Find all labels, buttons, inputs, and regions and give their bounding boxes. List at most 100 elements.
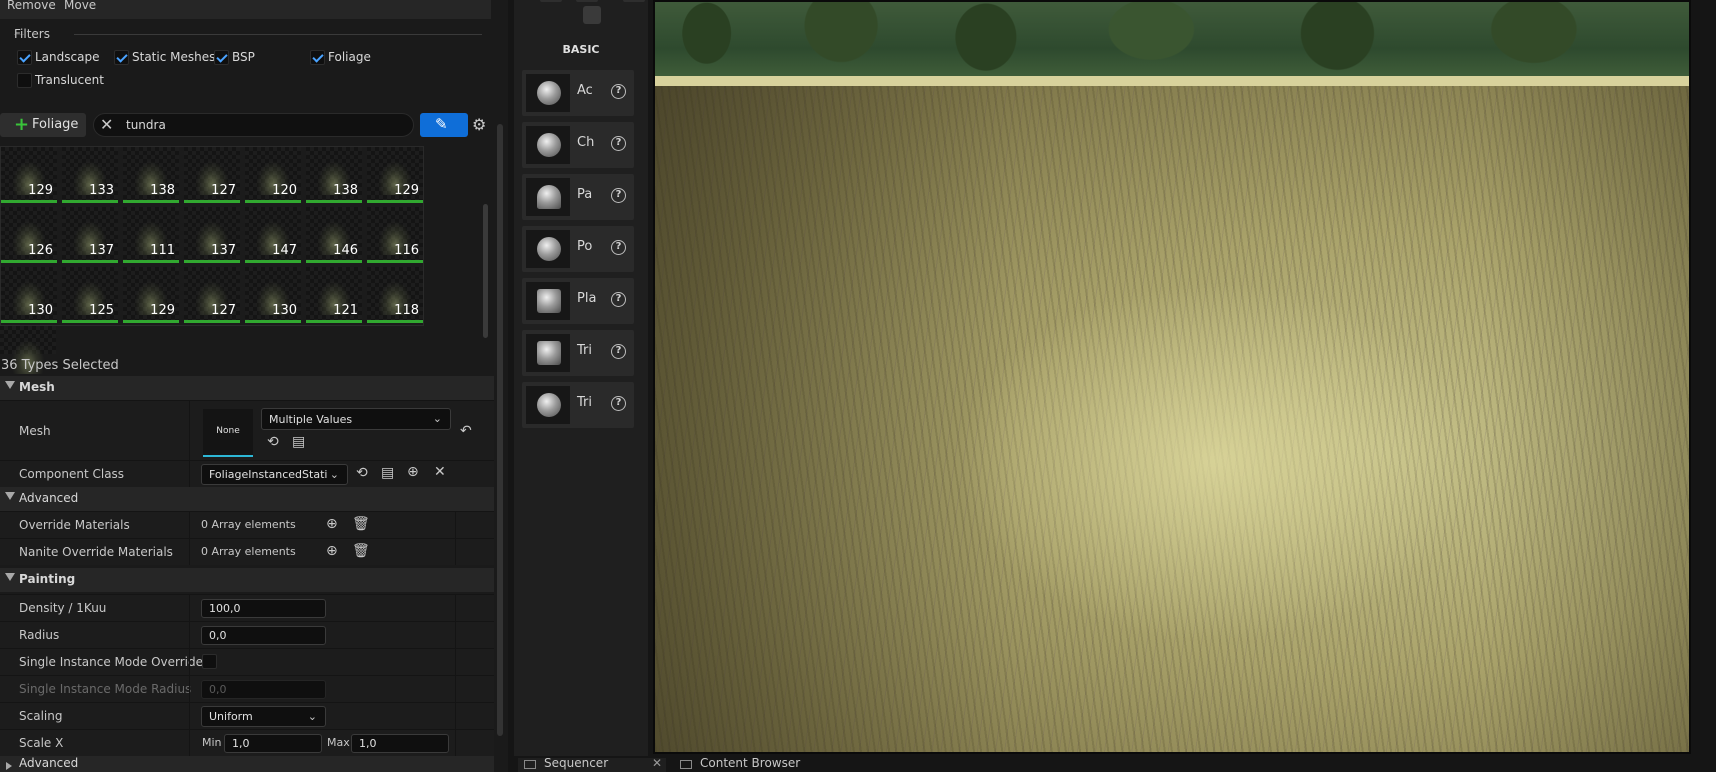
pawn-icon bbox=[526, 178, 570, 216]
foliage-tile[interactable] bbox=[0, 326, 56, 374]
browse-folder-icon[interactable]: ▤ bbox=[292, 434, 305, 450]
place-actor-item[interactable]: Tri? bbox=[522, 382, 634, 428]
foliage-tile[interactable]: 125 bbox=[62, 267, 118, 323]
place-actor-item[interactable]: Po? bbox=[522, 226, 634, 272]
clear-search-icon[interactable]: ✕ bbox=[100, 115, 113, 134]
add-icon[interactable]: ⊕ bbox=[407, 464, 419, 480]
help-icon[interactable]: ? bbox=[611, 292, 626, 307]
single-instance-override-checkbox[interactable] bbox=[202, 654, 217, 669]
tab-sequencer[interactable]: Sequencer ✕ bbox=[518, 756, 666, 772]
reset-icon[interactable]: ↶ bbox=[460, 423, 472, 439]
advanced-section-header-2[interactable]: Advanced bbox=[0, 756, 494, 772]
actor-icon bbox=[526, 74, 570, 112]
add-element-icon[interactable]: ⊕ bbox=[326, 516, 338, 532]
place-actor-item[interactable]: Ch? bbox=[522, 122, 634, 168]
mesh-combo[interactable]: Multiple Values ⌄ bbox=[261, 408, 451, 430]
instance-count: 121 bbox=[333, 303, 358, 318]
radius-field[interactable]: 0,0 bbox=[201, 626, 326, 645]
landscape-checkbox[interactable] bbox=[17, 50, 32, 65]
category-tab[interactable] bbox=[540, 0, 562, 2]
scale-x-max-field[interactable]: 1,0 bbox=[351, 734, 449, 753]
browse-folder-icon[interactable]: ▤ bbox=[381, 465, 394, 481]
foliage-tile[interactable]: 126 bbox=[1, 207, 57, 263]
foliage-tile[interactable]: 127 bbox=[184, 147, 240, 203]
foliage-tile[interactable]: 138 bbox=[123, 147, 179, 203]
move-button[interactable]: Move bbox=[64, 0, 96, 12]
paint-mode-button[interactable]: ✎ bbox=[420, 113, 468, 137]
foliage-tile[interactable]: 127 bbox=[184, 267, 240, 323]
foliage-tile[interactable]: 137 bbox=[184, 207, 240, 263]
foliage-tile[interactable]: 133 bbox=[62, 147, 118, 203]
foliage-type-grid: 129 133 138 127 120 138 129 126 137 111 137 147 146 1… bbox=[0, 146, 424, 326]
section-label: Painting bbox=[19, 572, 76, 586]
category-tab[interactable] bbox=[623, 0, 645, 2]
foliage-tile[interactable]: 129 bbox=[367, 147, 423, 203]
help-icon[interactable]: ? bbox=[611, 188, 626, 203]
density-field[interactable]: 100,0 bbox=[201, 599, 326, 618]
place-actor-item[interactable]: Tri? bbox=[522, 330, 634, 376]
clear-icon[interactable]: ✕ bbox=[434, 464, 446, 480]
add-foliage-button[interactable]: + Foliage bbox=[0, 113, 86, 137]
foliage-filter-label: Foliage bbox=[328, 50, 371, 64]
foliage-tile[interactable]: 121 bbox=[306, 267, 362, 323]
trash-icon[interactable]: 🗑 bbox=[352, 543, 370, 559]
foliage-tile[interactable]: 147 bbox=[245, 207, 301, 263]
level-viewport[interactable] bbox=[653, 0, 1691, 754]
foliage-tile[interactable]: 130 bbox=[1, 267, 57, 323]
scaling-combo[interactable]: Uniform ⌄ bbox=[201, 706, 326, 727]
instance-count: 118 bbox=[394, 303, 419, 318]
foliage-tile[interactable]: 111 bbox=[123, 207, 179, 263]
trash-icon[interactable]: 🗑 bbox=[352, 516, 370, 532]
translucent-checkbox[interactable] bbox=[17, 73, 32, 88]
help-icon[interactable]: ? bbox=[611, 344, 626, 359]
mesh-thumbnail[interactable]: None bbox=[203, 409, 253, 457]
tab-content-browser[interactable]: Content Browser bbox=[674, 756, 834, 772]
scale-x-min-field[interactable]: 1,0 bbox=[224, 734, 322, 753]
help-icon[interactable]: ? bbox=[611, 396, 626, 411]
search-input[interactable] bbox=[126, 117, 396, 133]
override-materials-label: Override Materials bbox=[19, 518, 130, 532]
browse-back-icon[interactable]: ⟲ bbox=[267, 434, 279, 450]
section-label: Advanced bbox=[19, 491, 79, 505]
help-icon[interactable]: ? bbox=[611, 84, 626, 99]
component-class-combo[interactable]: FoliageInstancedStati ⌄ bbox=[201, 464, 348, 485]
foliage-tile[interactable]: 138 bbox=[306, 147, 362, 203]
scale-x-row: Scale X Min 1,0 Max 1,0 bbox=[0, 729, 494, 756]
foliage-tile[interactable]: 146 bbox=[306, 207, 362, 263]
advanced-section-header[interactable]: Advanced bbox=[0, 487, 494, 511]
instance-count: 133 bbox=[89, 183, 114, 198]
foliage-search[interactable]: ✕ bbox=[93, 113, 414, 137]
foliage-filter-checkbox[interactable] bbox=[310, 50, 325, 65]
static-meshes-checkbox[interactable] bbox=[114, 50, 129, 65]
gear-icon[interactable]: ⚙ bbox=[472, 115, 486, 134]
instance-count: 146 bbox=[333, 243, 358, 258]
place-actor-item[interactable]: Pla? bbox=[522, 278, 634, 324]
brush-icon: ✎ bbox=[435, 115, 448, 133]
bsp-checkbox[interactable] bbox=[214, 50, 229, 65]
help-icon[interactable]: ? bbox=[611, 240, 626, 255]
foliage-tile[interactable]: 120 bbox=[245, 147, 301, 203]
close-icon[interactable]: ✕ bbox=[652, 756, 662, 770]
single-instance-radius-label: Single Instance Mode Radius bbox=[19, 682, 192, 696]
place-actor-item[interactable]: Pa? bbox=[522, 174, 634, 220]
place-actors-panel: BASIC Ac? Ch? Pa? Po? Pla? Tri? Tri? bbox=[514, 0, 648, 756]
place-actor-item[interactable]: Ac? bbox=[522, 70, 634, 116]
foliage-tile[interactable]: 129 bbox=[1, 147, 57, 203]
painting-section-header[interactable]: Painting bbox=[0, 568, 494, 592]
remove-button[interactable]: Remove bbox=[7, 0, 56, 12]
foliage-tile[interactable]: 129 bbox=[123, 267, 179, 323]
foliage-tile[interactable]: 116 bbox=[367, 207, 423, 263]
category-tab[interactable] bbox=[576, 0, 598, 2]
basic-category-icon[interactable] bbox=[583, 6, 601, 24]
foliage-tile[interactable]: 137 bbox=[62, 207, 118, 263]
foliage-tile[interactable]: 130 bbox=[245, 267, 301, 323]
help-icon[interactable]: ? bbox=[611, 136, 626, 151]
foliage-tile[interactable]: 118 bbox=[367, 267, 423, 323]
place-actor-label: Po bbox=[577, 239, 593, 254]
static-meshes-label: Static Meshes bbox=[132, 50, 216, 64]
grid-scrollbar[interactable] bbox=[483, 204, 488, 338]
use-selected-icon[interactable]: ⟲ bbox=[356, 465, 368, 481]
add-element-icon[interactable]: ⊕ bbox=[326, 543, 338, 559]
mesh-section-header[interactable]: Mesh bbox=[0, 376, 494, 400]
panel-scrollbar[interactable] bbox=[497, 124, 503, 736]
